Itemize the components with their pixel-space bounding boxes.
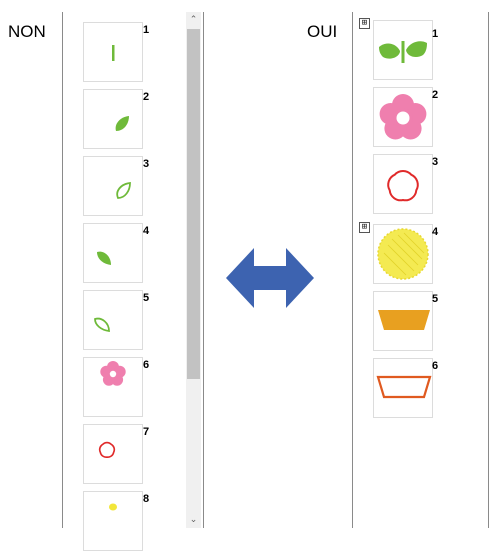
left-list-panel[interactable]: 1 2 3 4 5 6 7 8 bbox=[62, 12, 204, 551]
double-arrow-icon bbox=[226, 248, 314, 308]
item-number: 5 bbox=[143, 292, 150, 304]
pot-icon bbox=[378, 310, 430, 330]
item-number: 8 bbox=[143, 493, 150, 505]
item-number: 6 bbox=[143, 359, 150, 371]
leaf-icon bbox=[115, 116, 129, 131]
list-item[interactable] bbox=[83, 424, 143, 484]
list-item[interactable] bbox=[83, 22, 143, 82]
item-number: 2 bbox=[143, 91, 150, 103]
list-item[interactable] bbox=[83, 491, 143, 551]
item-number: 6 bbox=[432, 360, 439, 372]
flower-outline-icon bbox=[98, 441, 116, 458]
expand-icon[interactable]: ⊞ bbox=[359, 18, 370, 29]
leaf-icon bbox=[97, 251, 111, 265]
list-item[interactable] bbox=[83, 290, 143, 350]
item-number: 4 bbox=[143, 225, 150, 237]
list-item[interactable] bbox=[373, 87, 433, 147]
item-number: 3 bbox=[143, 158, 150, 170]
label-oui: OUI bbox=[307, 22, 338, 41]
stem-icon bbox=[112, 45, 115, 61]
scroll-up-arrow-icon[interactable]: ⌃ bbox=[186, 12, 201, 28]
item-number: 1 bbox=[143, 24, 150, 36]
item-number: 4 bbox=[432, 226, 439, 238]
expand-icon[interactable]: ⊞ bbox=[359, 222, 370, 233]
label-non: NON bbox=[8, 22, 46, 41]
list-item[interactable] bbox=[83, 357, 143, 417]
right-list-panel[interactable]: ⊞ 1 2 3 ⊞ 4 5 6 bbox=[352, 12, 489, 528]
leaf-outline-icon bbox=[94, 317, 110, 333]
item-number: 1 bbox=[432, 28, 439, 40]
flower-outline-icon bbox=[387, 170, 419, 202]
list-item[interactable] bbox=[373, 291, 433, 351]
list-item[interactable] bbox=[373, 224, 433, 284]
scroll-down-arrow-icon[interactable]: ⌄ bbox=[186, 512, 201, 528]
leaf-outline-icon bbox=[116, 181, 131, 199]
vertical-scrollbar[interactable]: ⌃ ⌄ bbox=[186, 12, 201, 528]
leaves-stem-icon bbox=[379, 41, 427, 63]
item-number: 3 bbox=[432, 156, 439, 168]
dot-icon bbox=[109, 503, 117, 511]
scroll-thumb[interactable] bbox=[187, 29, 200, 379]
sun-icon bbox=[377, 228, 429, 280]
list-item[interactable] bbox=[373, 20, 433, 80]
item-number: 7 bbox=[143, 426, 150, 438]
item-number: 5 bbox=[432, 293, 439, 305]
item-number: 2 bbox=[432, 89, 439, 101]
flower-icon bbox=[100, 361, 126, 386]
pot-outline-icon bbox=[376, 375, 432, 399]
list-item[interactable] bbox=[83, 89, 143, 149]
list-item[interactable] bbox=[373, 154, 433, 214]
list-item[interactable] bbox=[83, 223, 143, 283]
list-item[interactable] bbox=[373, 358, 433, 418]
flower-icon bbox=[379, 94, 427, 140]
list-item[interactable] bbox=[83, 156, 143, 216]
